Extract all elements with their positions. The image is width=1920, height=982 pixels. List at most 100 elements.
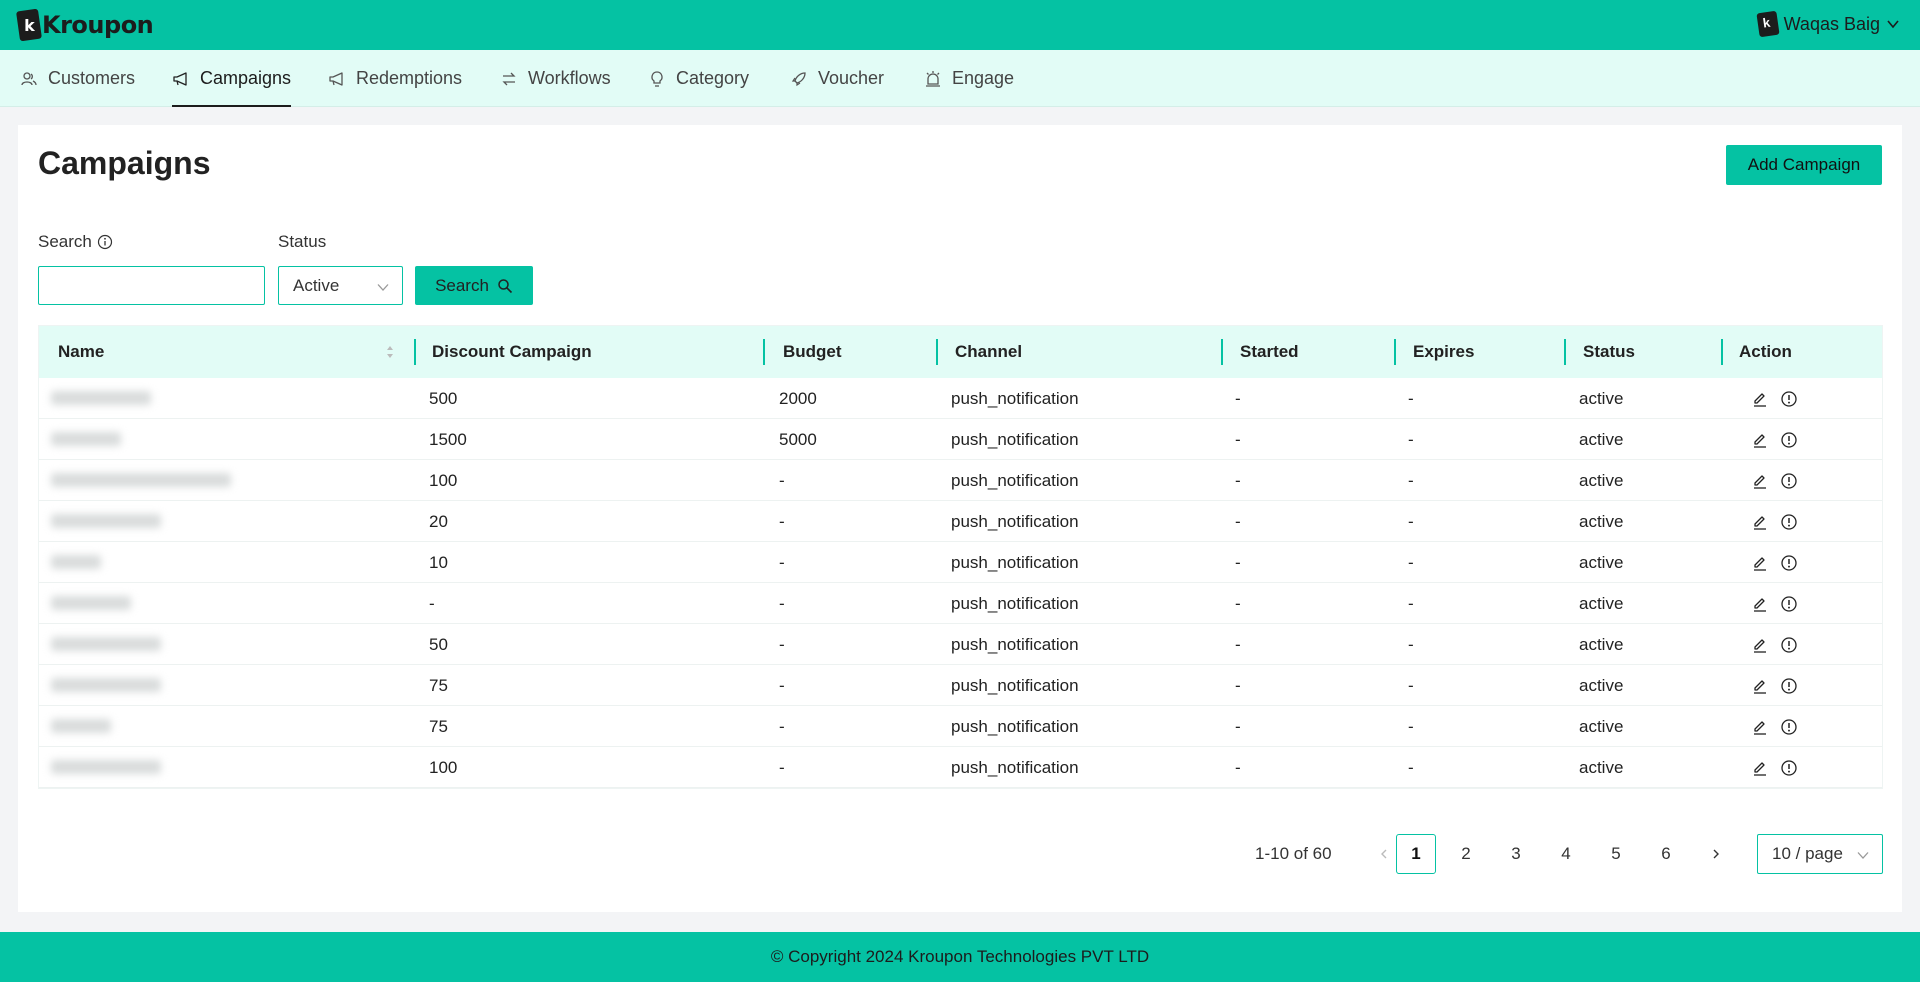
- search-button[interactable]: Search: [415, 266, 533, 305]
- cell-expires: -: [1408, 716, 1414, 736]
- cell-started: -: [1235, 511, 1241, 531]
- column-header-channel: Channel: [955, 342, 1023, 361]
- column-divider: [414, 339, 416, 365]
- details-icon[interactable]: [1780, 595, 1798, 613]
- column-header-name[interactable]: Name: [58, 326, 104, 378]
- cell-discount: -: [429, 593, 435, 613]
- logo-text: Kroupon: [42, 11, 154, 39]
- page-4-button[interactable]: 4: [1546, 834, 1586, 874]
- cell-status: active: [1579, 429, 1624, 449]
- cell-budget: -: [779, 675, 785, 695]
- cell-discount: 500: [429, 388, 458, 408]
- details-icon[interactable]: [1780, 636, 1798, 654]
- info-icon[interactable]: [97, 234, 113, 250]
- details-icon[interactable]: [1780, 390, 1798, 408]
- nav-item-workflows[interactable]: Workflows: [500, 50, 611, 107]
- status-label: Status: [278, 232, 327, 251]
- cell-expires: -: [1408, 593, 1414, 613]
- search-label: Search: [38, 232, 113, 252]
- alarm-icon: [926, 70, 940, 87]
- column-divider: [1721, 339, 1723, 365]
- edit-icon[interactable]: [1751, 554, 1769, 572]
- page-size-select[interactable]: 10 / page: [1757, 834, 1883, 874]
- column-header-started: Started: [1240, 342, 1299, 361]
- page-2-button[interactable]: 2: [1446, 834, 1486, 874]
- page-1-button[interactable]: 1: [1396, 834, 1436, 874]
- search-input[interactable]: [38, 266, 265, 305]
- details-icon[interactable]: [1780, 554, 1798, 572]
- footer: © Copyright 2024 Kroupon Technologies PV…: [0, 932, 1920, 982]
- edit-icon[interactable]: [1751, 677, 1769, 695]
- nav-item-campaigns[interactable]: Campaigns: [172, 50, 292, 107]
- main-nav: Customers Campaigns Redemptions Workflow…: [0, 50, 1920, 107]
- table-row: 75 - push_notification - - active: [39, 706, 1882, 747]
- add-campaign-button[interactable]: Add Campaign: [1726, 145, 1882, 185]
- chevron-left-icon: [1381, 849, 1387, 859]
- edit-icon[interactable]: [1751, 759, 1769, 777]
- cell-started: -: [1235, 593, 1241, 613]
- table-row: - - push_notification - - active: [39, 583, 1882, 624]
- cell-started: -: [1235, 634, 1241, 654]
- cell-discount: 1500: [429, 429, 467, 449]
- swap-icon: [502, 72, 516, 85]
- edit-icon[interactable]: [1751, 513, 1769, 531]
- kroupon-logo[interactable]: k Kroupon: [16, 6, 154, 44]
- edit-icon[interactable]: [1751, 595, 1769, 613]
- content-card: Campaigns Add Campaign Search Status Act…: [18, 125, 1902, 912]
- cell-started: -: [1235, 470, 1241, 490]
- details-icon[interactable]: [1780, 472, 1798, 490]
- details-icon[interactable]: [1780, 759, 1798, 777]
- cell-channel: push_notification: [951, 388, 1079, 408]
- column-header-discount: Discount Campaign: [432, 342, 592, 361]
- page-6-button[interactable]: 6: [1646, 834, 1686, 874]
- status-select-value: Active: [293, 275, 340, 295]
- details-icon[interactable]: [1780, 677, 1798, 695]
- cell-started: -: [1235, 716, 1241, 736]
- nav-item-voucher[interactable]: Voucher: [790, 50, 884, 107]
- cell-channel: push_notification: [951, 593, 1079, 613]
- edit-icon[interactable]: [1751, 636, 1769, 654]
- edit-icon[interactable]: [1751, 431, 1769, 449]
- next-page-button[interactable]: [1696, 834, 1736, 874]
- cell-budget: -: [779, 634, 785, 654]
- cell-name-redacted: [51, 514, 161, 528]
- nav-label: Campaigns: [200, 68, 292, 88]
- details-icon[interactable]: [1780, 718, 1798, 736]
- table-row: 20 - push_notification - - active: [39, 501, 1882, 542]
- nav-item-customers[interactable]: Customers: [20, 50, 135, 107]
- status-select[interactable]: Active: [278, 266, 403, 305]
- cell-expires: -: [1408, 634, 1414, 654]
- search-icon: [498, 278, 513, 293]
- nav-item-category[interactable]: Category: [648, 50, 749, 107]
- sort-icon[interactable]: [385, 342, 395, 362]
- cell-budget: -: [779, 593, 785, 613]
- table-row: 50 - push_notification - - active: [39, 624, 1882, 665]
- pagination-total: 1-10 of 60: [1255, 844, 1332, 863]
- cell-started: -: [1235, 388, 1241, 408]
- cell-discount: 75: [429, 716, 448, 736]
- details-icon[interactable]: [1780, 431, 1798, 449]
- cell-started: -: [1235, 429, 1241, 449]
- cell-status: active: [1579, 675, 1624, 695]
- column-divider: [936, 339, 938, 365]
- cell-discount: 20: [429, 511, 448, 531]
- cell-discount: 50: [429, 634, 448, 654]
- avatar: k: [1756, 10, 1780, 38]
- nav-item-engage[interactable]: Engage: [924, 50, 1014, 107]
- edit-icon[interactable]: [1751, 472, 1769, 490]
- edit-icon[interactable]: [1751, 718, 1769, 736]
- nav-label: Category: [676, 68, 750, 88]
- page-3-button[interactable]: 3: [1496, 834, 1536, 874]
- cell-channel: push_notification: [951, 675, 1079, 695]
- user-menu[interactable]: k Waqas Baig: [1756, 10, 1900, 38]
- cell-name-redacted: [51, 555, 101, 569]
- column-header-action: Action: [1739, 342, 1792, 361]
- edit-icon[interactable]: [1751, 390, 1769, 408]
- nav-item-redemptions[interactable]: Redemptions: [328, 50, 462, 107]
- cell-expires: -: [1408, 552, 1414, 572]
- details-icon[interactable]: [1780, 513, 1798, 531]
- logo-mark-icon: k: [16, 8, 42, 42]
- page-5-button[interactable]: 5: [1596, 834, 1636, 874]
- cell-status: active: [1579, 388, 1624, 408]
- cell-budget: -: [779, 511, 785, 531]
